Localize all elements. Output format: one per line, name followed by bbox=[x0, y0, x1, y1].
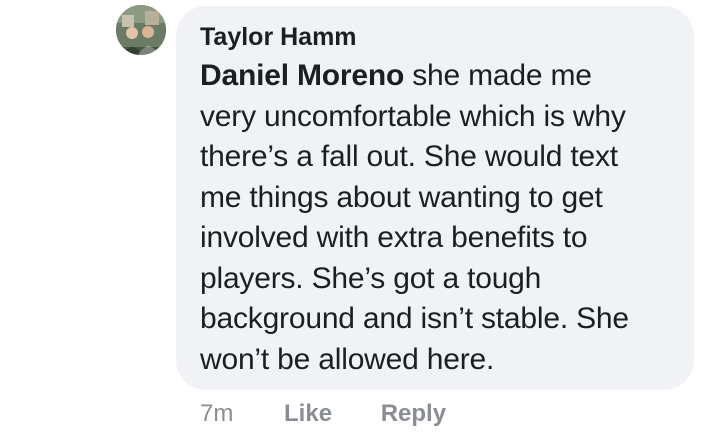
reply-button[interactable]: Reply bbox=[381, 397, 446, 431]
comment-text-line: Daniel Moreno she made me bbox=[200, 56, 670, 97]
comment-text-line: won’t be allowed here. bbox=[200, 342, 495, 376]
comment-text-line: me things about wanting to get bbox=[200, 180, 603, 214]
comment-timestamp[interactable]: 7m bbox=[200, 397, 233, 431]
avatar[interactable] bbox=[116, 5, 166, 55]
like-button[interactable]: Like bbox=[284, 397, 332, 431]
comment: Taylor Hamm Daniel Moreno she made me ve… bbox=[0, 0, 720, 434]
comment-text: Daniel Moreno she made me very uncomfort… bbox=[200, 56, 670, 380]
comment-text-line: background and isn’t stable. She bbox=[200, 302, 629, 335]
profile-photo-icon bbox=[116, 5, 166, 55]
comment-text-line: players. She’s got a tough bbox=[200, 261, 542, 295]
mention-link[interactable]: Daniel Moreno bbox=[200, 59, 404, 92]
comment-text-fragment: she made me bbox=[404, 59, 592, 92]
comment-author[interactable]: Taylor Hamm bbox=[200, 22, 670, 52]
comment-text-line: there’s a fall out. She would text bbox=[200, 140, 618, 173]
comment-text-line: involved with extra benefits to bbox=[200, 221, 588, 254]
comment-bubble: Taylor Hamm Daniel Moreno she made me ve… bbox=[176, 6, 694, 390]
comment-actions: 7m Like Reply bbox=[200, 397, 446, 431]
comment-text-line: very uncomfortable which is why bbox=[200, 99, 626, 133]
